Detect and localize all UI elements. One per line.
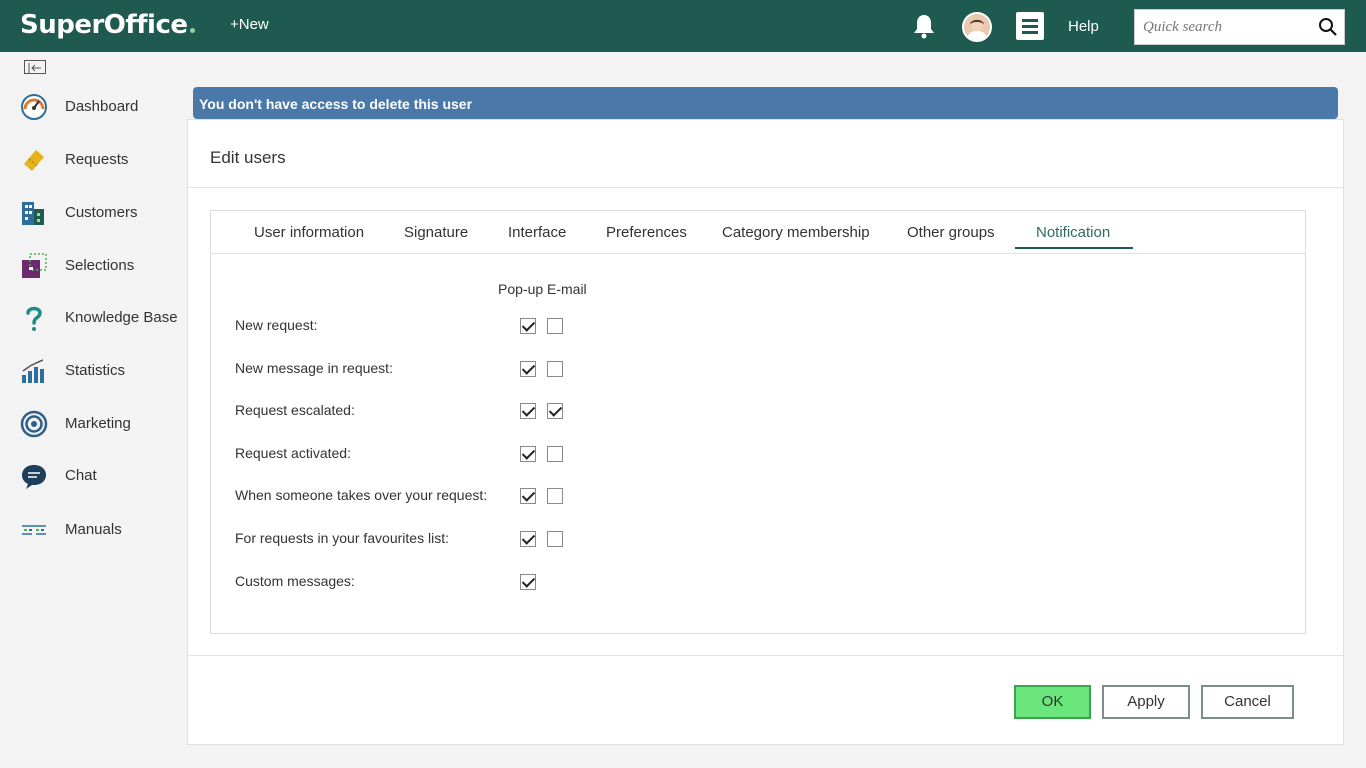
notification-row-label: Request escalated: (235, 402, 355, 419)
sidebar-item-label: Customers (65, 204, 138, 221)
top-bar: SuperOffice +New Help (0, 0, 1366, 52)
tab-bar: User information Signature Interface Pre… (211, 211, 1305, 254)
manual-icon (22, 525, 46, 535)
quick-search-input[interactable] (1135, 10, 1315, 44)
sidebar-item-knowledge-base[interactable]: Knowledge Base (0, 298, 187, 338)
ok-button[interactable]: OK (1014, 685, 1091, 719)
column-header-popup: Pop-up (498, 281, 544, 297)
user-avatar[interactable] (962, 12, 992, 42)
apply-button[interactable]: Apply (1102, 685, 1190, 719)
sidebar-item-label: Knowledge Base (65, 309, 178, 326)
target-icon (20, 410, 48, 438)
sidebar-item-marketing[interactable]: Marketing (0, 404, 187, 444)
tab-interface[interactable]: Interface (508, 224, 566, 241)
notification-row-label: New request: (235, 317, 318, 333)
bell-icon[interactable] (910, 12, 938, 40)
bar-chart-icon (22, 359, 44, 383)
popup-checkbox[interactable] (520, 488, 536, 505)
sidebar-item-requests[interactable]: Requests (0, 140, 187, 180)
sidebar-item-label: Selections (65, 257, 135, 274)
tab-category-membership[interactable]: Category membership (722, 224, 870, 241)
notification-row-label: When someone takes over your request: (235, 487, 488, 504)
tab-preferences[interactable]: Preferences (606, 224, 687, 241)
email-checkbox[interactable] (547, 531, 563, 547)
sidebar-item-label: Manuals (65, 521, 122, 538)
superoffice-logo[interactable]: SuperOffice (20, 10, 195, 40)
selection-icon (22, 253, 47, 278)
sidebar-item-label: Marketing (65, 415, 131, 432)
sidebar-item-label: Dashboard (65, 98, 139, 115)
email-checkbox[interactable] (547, 318, 563, 334)
notification-row-label: Custom messages: (235, 572, 355, 589)
popup-checkbox[interactable] (520, 403, 536, 420)
popup-checkbox[interactable] (520, 360, 536, 377)
sidebar-item-customers[interactable]: Customers (0, 193, 187, 233)
sidebar-item-dashboard[interactable]: Dashboard (0, 87, 187, 127)
tab-user-information[interactable]: User information (254, 224, 364, 241)
notification-row-label: For requests in your favourites list: (235, 530, 449, 546)
help-link[interactable]: Help (1068, 18, 1099, 35)
question-mark-icon (26, 306, 42, 331)
access-denied-alert: You don't have access to delete this use… (193, 87, 1338, 119)
building-icon (22, 202, 44, 225)
tab-signature[interactable]: Signature (404, 224, 468, 241)
sidebar-item-manuals[interactable]: Manuals (0, 510, 187, 550)
sidebar-item-label: Chat (65, 467, 97, 484)
notification-row-label: New message in request: (235, 359, 393, 376)
chat-bubble-icon (22, 465, 46, 489)
sidebar-item-selections[interactable]: Selections (0, 246, 187, 286)
edit-users-panel: Edit users User information Signature In… (187, 119, 1344, 745)
email-checkbox[interactable] (547, 488, 563, 505)
sidebar-item-label: Statistics (65, 362, 126, 379)
popup-checkbox[interactable] (520, 445, 536, 462)
tab-other-groups[interactable]: Other groups (907, 224, 995, 241)
new-button[interactable]: +New (230, 16, 269, 33)
logo-dot (189, 28, 195, 33)
edit-users-card: User information Signature Interface Pre… (210, 210, 1306, 634)
ticket-icon (24, 150, 44, 171)
popup-checkbox[interactable] (520, 318, 536, 334)
cancel-button[interactable]: Cancel (1201, 685, 1294, 719)
sidebar-item-statistics[interactable]: Statistics (0, 351, 187, 391)
quick-search-box[interactable] (1134, 9, 1345, 45)
sidebar: Dashboard Requests Customers Selections (0, 52, 187, 768)
collapse-sidebar-icon[interactable] (24, 60, 46, 74)
email-checkbox[interactable] (547, 445, 563, 462)
page-title: Edit users (210, 148, 286, 167)
popup-checkbox[interactable] (520, 573, 536, 590)
divider (188, 187, 1343, 188)
dashboard-gauge-icon (21, 94, 47, 120)
column-header-email: E-mail (547, 281, 587, 297)
active-tab-indicator (1015, 247, 1133, 249)
popup-checkbox[interactable] (520, 531, 536, 547)
divider (188, 655, 1343, 656)
sidebar-item-label: Requests (65, 151, 129, 168)
email-checkbox[interactable] (547, 403, 563, 420)
notification-row-label: Request activated: (235, 444, 351, 461)
bottom-bar (0, 745, 1366, 768)
tab-notification[interactable]: Notification (1036, 224, 1110, 241)
email-checkbox[interactable] (547, 360, 563, 377)
hamburger-menu-icon[interactable] (1016, 12, 1044, 40)
search-icon[interactable] (1318, 17, 1338, 37)
sidebar-item-chat[interactable]: Chat (0, 456, 187, 496)
